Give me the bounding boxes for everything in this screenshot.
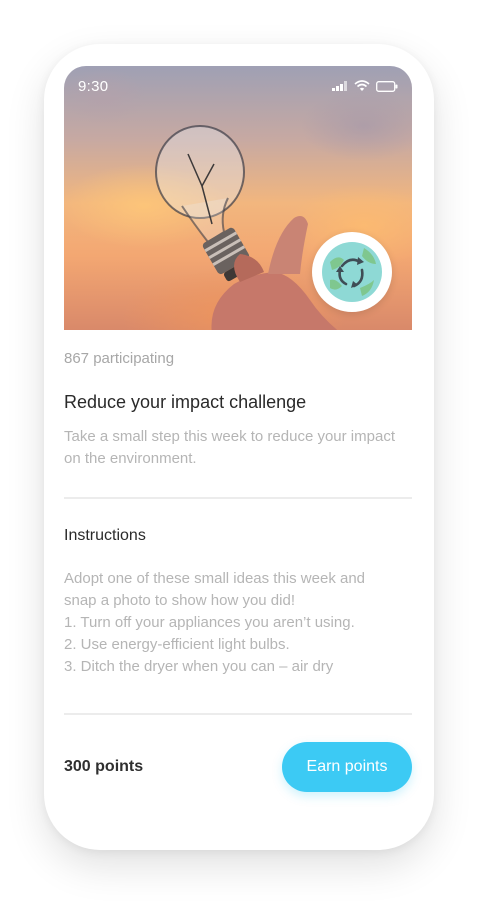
battery-icon (376, 80, 398, 92)
recycle-earth-icon (322, 242, 382, 302)
participants-count: 867 participating (64, 350, 175, 367)
divider (64, 497, 412, 499)
challenge-description: Take a small step this week to reduce yo… (64, 428, 395, 467)
instructions-step: 2. Use energy-efficient light bulbs. (64, 636, 290, 653)
status-time: 9:30 (78, 78, 109, 95)
phone-frame: 9:30 867 participating Reduce your impac… (44, 44, 434, 850)
challenge-hero-image: 9:30 (64, 66, 412, 330)
instructions-step: 3. Ditch the dryer when you can – air dr… (64, 658, 334, 675)
wifi-icon (354, 80, 370, 91)
instructions-line: snap a photo to show how you did! (64, 592, 295, 609)
challenge-title: Reduce your impact challenge (64, 392, 307, 412)
earn-points-button[interactable]: Earn points (282, 742, 412, 792)
status-icons (332, 80, 398, 92)
instructions-heading: Instructions (64, 527, 146, 544)
instructions-step: 1. Turn off your appliances you aren’t u… (64, 614, 355, 631)
points-value: 300 points (64, 758, 144, 775)
instructions-line: Adopt one of these small ideas this week… (64, 570, 366, 587)
recycle-earth-badge (312, 232, 392, 312)
instructions-body: Adopt one of these small ideas this week… (64, 568, 409, 678)
divider (64, 713, 412, 715)
signal-icon (332, 81, 347, 91)
